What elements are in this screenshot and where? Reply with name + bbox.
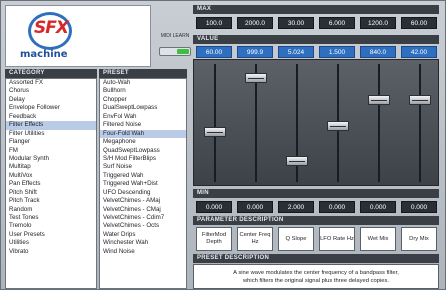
current-value-1[interactable]: 60.00 [196, 46, 232, 58]
sfx-machine-logo: SFX machine [5, 5, 151, 67]
preset-description-header: PRESET DESCRIPTION [193, 254, 439, 263]
preset-item[interactable]: VelvetChimes - AMaj [100, 197, 186, 205]
category-item[interactable]: Envelope Follower [6, 104, 96, 112]
category-item[interactable]: Feedback [6, 113, 96, 121]
parameter-description-header: PARAMETER DESCRIPTION [193, 216, 439, 225]
preset-item[interactable]: EnvFol Wah [100, 113, 186, 121]
preset-item[interactable]: Filtered Noise [100, 121, 186, 129]
category-item[interactable]: Assorted FX [6, 79, 96, 87]
preset-item[interactable]: Megaphone [100, 138, 186, 146]
preset-item[interactable]: UFO Descending [100, 189, 186, 197]
preset-item[interactable]: Triggered Wah [100, 172, 186, 180]
sfx-machine-window: SFX machine MIDI LEARN CATEGORY Assorted… [0, 0, 446, 290]
preset-item[interactable]: DualSweptLowpass [100, 104, 186, 112]
category-item[interactable]: Pitch Track [6, 197, 96, 205]
max-value-3[interactable]: 30.00 [278, 17, 314, 29]
slider-handle-6[interactable] [409, 95, 431, 106]
current-value-3[interactable]: 5.024 [278, 46, 314, 58]
category-item[interactable]: Multitap [6, 163, 96, 171]
preset-item[interactable]: S/H Mod FilterBlips [100, 155, 186, 163]
current-value-5[interactable]: 840.0 [360, 46, 396, 58]
slider-handle-5[interactable] [368, 95, 390, 106]
current-value-2[interactable]: 999.9 [237, 46, 273, 58]
preset-item[interactable]: Triggered Wah+Dist [100, 180, 186, 188]
preset-description-box: A sine wave modulates the center frequen… [193, 264, 439, 289]
preset-item[interactable]: Auto-Wah [100, 79, 186, 87]
logo-machine-text: machine [20, 49, 68, 60]
min-value-6[interactable]: 0.000 [401, 201, 437, 213]
slider-handle-3[interactable] [286, 155, 308, 166]
preset-item[interactable]: VelvetChimes - CMaj [100, 206, 186, 214]
slider-track-1[interactable] [214, 64, 216, 182]
preset-description-line-1: A sine wave modulates the center frequen… [233, 269, 399, 276]
preset-item[interactable]: Winchester Wah [100, 239, 186, 247]
category-item[interactable]: Pitch Shift [6, 189, 96, 197]
preset-item[interactable]: QuadSweptLowpass [100, 147, 186, 155]
value-header: VALUE [193, 35, 439, 44]
slider-handle-4[interactable] [327, 121, 349, 132]
category-header: CATEGORY [5, 69, 97, 78]
category-item[interactable]: Random [6, 206, 96, 214]
slider-track-5[interactable] [378, 64, 380, 182]
category-item[interactable]: Flanger [6, 138, 96, 146]
parameter-button-3[interactable]: Q Slope [278, 227, 314, 251]
current-value-4[interactable]: 1.500 [319, 46, 355, 58]
preset-item[interactable]: Four-Fold Wah [100, 129, 186, 139]
preset-description-line-2: which filters the original signal plus t… [243, 277, 389, 284]
category-item[interactable]: Utilities [6, 239, 96, 247]
category-item[interactable]: Chorus [6, 87, 96, 95]
category-item[interactable]: Vibrato [6, 248, 96, 256]
preset-item[interactable]: Water Drips [100, 231, 186, 239]
max-value-1[interactable]: 100.0 [196, 17, 232, 29]
parameter-button-1[interactable]: FilterMod Depth [196, 227, 232, 251]
midi-learn-indicator [177, 49, 189, 54]
max-value-4[interactable]: 6.000 [319, 17, 355, 29]
slider-panel [193, 59, 439, 186]
preset-item[interactable]: VelvetChimes - Cdim7 [100, 214, 186, 222]
category-item[interactable]: Filter Utilities [6, 130, 96, 138]
category-item[interactable]: Filter Effects [6, 121, 96, 130]
slider-handle-1[interactable] [204, 126, 226, 137]
preset-item[interactable]: Wind Noise [100, 248, 186, 256]
midi-learn-toggle[interactable] [159, 47, 191, 56]
preset-item[interactable]: Chopper [100, 96, 186, 104]
slider-track-6[interactable] [419, 64, 421, 182]
min-value-1[interactable]: 0.000 [196, 201, 232, 213]
category-item[interactable]: Modular Synth [6, 155, 96, 163]
parameter-button-4[interactable]: LFO Rate Hz [319, 227, 355, 251]
max-header: MAX [193, 5, 439, 14]
preset-item[interactable]: VelvetChimes - Octs [100, 222, 186, 230]
preset-item[interactable]: Bullhorn [100, 87, 186, 95]
parameter-button-6[interactable]: Dry Mix [401, 227, 437, 251]
category-item[interactable]: Delay [6, 96, 96, 104]
category-item[interactable]: User Presets [6, 231, 96, 239]
max-value-5[interactable]: 1200.0 [360, 17, 396, 29]
min-value-2[interactable]: 0.000 [237, 201, 273, 213]
preset-header: PRESET [99, 69, 187, 78]
max-value-2[interactable]: 2000.0 [237, 17, 273, 29]
parameter-button-5[interactable]: Wet Mix [360, 227, 396, 251]
max-value-6[interactable]: 60.00 [401, 17, 437, 29]
category-item[interactable]: MultiVox [6, 172, 96, 180]
current-value-6[interactable]: 42.00 [401, 46, 437, 58]
preset-item[interactable]: Surf Noise [100, 163, 186, 171]
category-list[interactable]: Assorted FX Chorus Delay Envelope Follower F… [5, 78, 97, 289]
midi-learn-label: MIDI LEARN [160, 33, 190, 39]
parameter-button-2[interactable]: Center Freq Hz [237, 227, 273, 251]
min-value-4[interactable]: 0.000 [319, 201, 355, 213]
category-item[interactable]: Pan Effects [6, 180, 96, 188]
category-item[interactable]: FM [6, 147, 96, 155]
min-value-3[interactable]: 2.000 [278, 201, 314, 213]
logo-sfx-text: SFX [34, 18, 69, 38]
slider-handle-2[interactable] [245, 72, 267, 83]
min-value-5[interactable]: 0.000 [360, 201, 396, 213]
category-item[interactable]: Test Tones [6, 214, 96, 222]
category-item[interactable]: Tremolo [6, 222, 96, 230]
preset-list[interactable]: Auto-Wah Bullhorn Chopper DualSweptLowpass E… [99, 78, 187, 289]
min-header: MIN [193, 189, 439, 198]
